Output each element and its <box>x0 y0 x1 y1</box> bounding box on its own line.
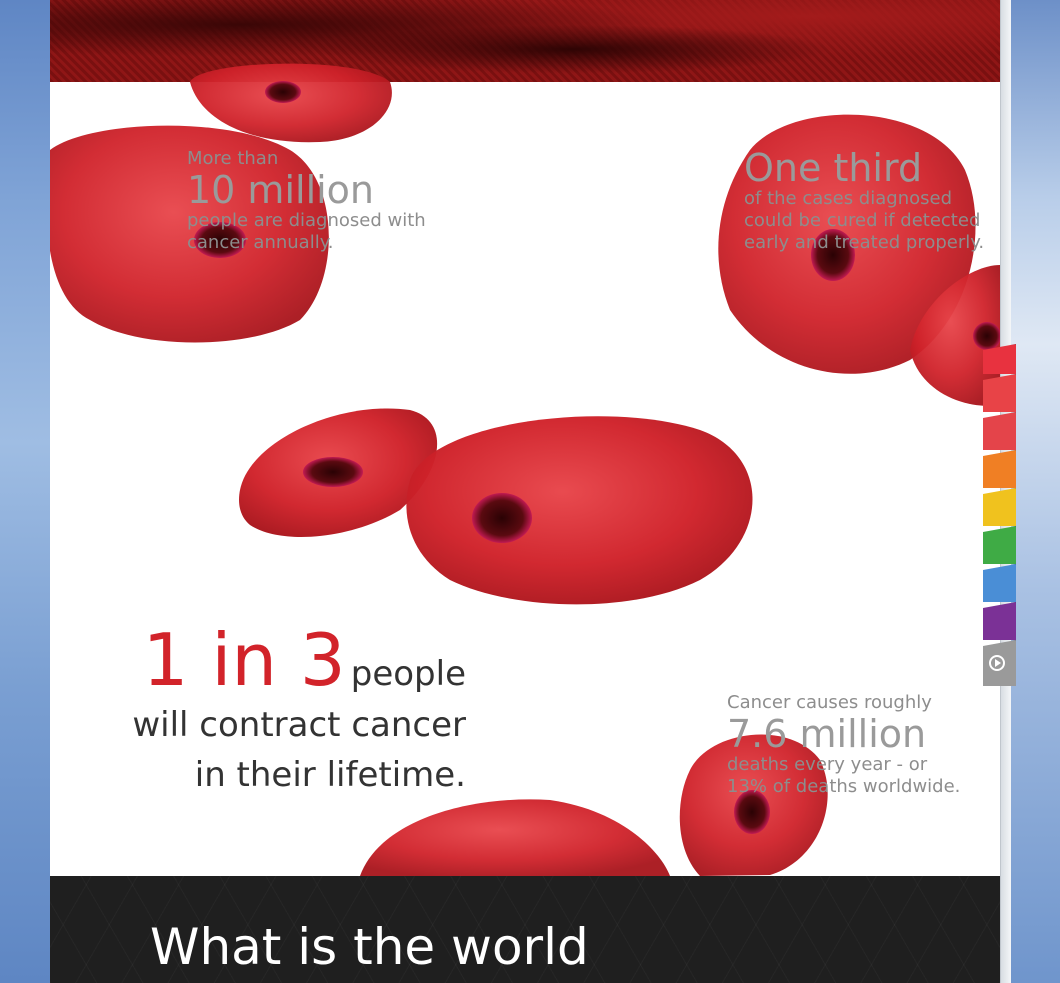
section-tab[interactable] <box>983 602 1016 640</box>
stat-curable-cases: One third of the cases diagnosed could b… <box>744 148 989 254</box>
stat-number: One third <box>744 146 923 190</box>
stat-text: deaths every year - or <box>727 754 928 775</box>
blood-cell <box>360 799 670 876</box>
stat-text: 13% of deaths worldwide. <box>727 776 961 797</box>
infographic-page: More than 10 million people are diagnose… <box>50 0 1000 983</box>
stat-number: 7.6 million <box>727 712 927 756</box>
section-tab[interactable] <box>983 564 1016 602</box>
next-section: What is the world <box>50 876 1000 983</box>
section-tab[interactable] <box>983 344 1016 374</box>
section-tab[interactable] <box>983 526 1016 564</box>
stat-prefix: More than <box>187 148 279 169</box>
section-nav-tabs <box>983 344 1016 686</box>
blood-cell <box>406 416 753 605</box>
stat-prefix: Cancer causes roughly <box>727 692 932 713</box>
stat-word: people <box>350 654 466 694</box>
section-tab[interactable] <box>983 374 1016 412</box>
stat-text: could be cured if detected <box>744 210 981 231</box>
stat-number: 1 in 3 <box>142 618 346 702</box>
stat-text: in their lifetime. <box>194 755 466 795</box>
background-sky-right <box>1010 0 1060 983</box>
stat-text: of the cases diagnosed <box>744 188 952 209</box>
section-heading: What is the world <box>150 918 589 976</box>
stat-lifetime-risk: 1 in 3 people will contract cancer in th… <box>130 620 466 800</box>
stat-text: people are diagnosed with <box>187 210 426 231</box>
stat-text: early and treated properly. <box>744 232 985 253</box>
stat-annual-deaths: Cancer causes roughly 7.6 million deaths… <box>727 692 967 798</box>
section-tab[interactable] <box>983 412 1016 450</box>
section-tab[interactable] <box>983 450 1016 488</box>
stat-text: cancer annually. <box>187 232 334 253</box>
section-tab[interactable] <box>983 488 1016 526</box>
stat-diagnosed-annually: More than 10 million people are diagnose… <box>187 148 447 254</box>
stat-number: 10 million <box>187 168 375 212</box>
section-tab-play[interactable] <box>983 640 1016 686</box>
stat-text: will contract cancer <box>132 705 466 745</box>
